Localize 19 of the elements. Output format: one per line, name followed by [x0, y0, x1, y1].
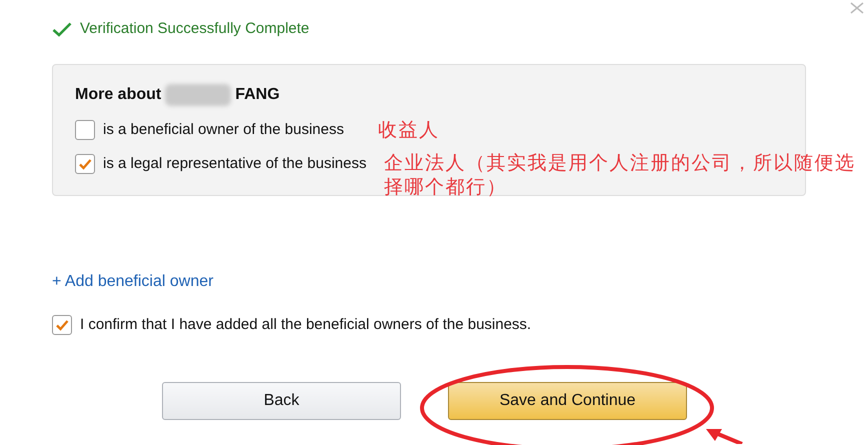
- save-continue-button[interactable]: Save and Continue: [448, 382, 687, 420]
- tick-icon: [78, 158, 92, 170]
- annotation-arrow: [706, 429, 743, 444]
- back-button[interactable]: Back: [162, 382, 401, 420]
- heading-text: More about: [75, 84, 162, 104]
- tick-icon: [55, 318, 69, 331]
- status-text: Verification Successfully Complete: [80, 19, 310, 39]
- checkbox-label: I confirm that I have added all the beneficial owners of the business.: [80, 314, 532, 334]
- checkbox-label: is a legal representative of the business: [103, 154, 366, 174]
- heading-text: FANG: [235, 84, 280, 104]
- close-icon[interactable]: [850, 2, 864, 14]
- checkbox[interactable]: [52, 314, 72, 335]
- checkbox[interactable]: [75, 154, 95, 174]
- checkbox[interactable]: [75, 120, 95, 140]
- checkbox-label: is a beneficial owner of the business: [103, 120, 344, 140]
- add-owner-link[interactable]: + Add beneficial owner: [52, 270, 214, 294]
- annotation-text: 收益人: [378, 118, 440, 142]
- annotation-text: 企业法人（其实我是用个人注册的公司，所以随便选择哪个都行）: [384, 151, 856, 199]
- check-icon: [52, 22, 72, 37]
